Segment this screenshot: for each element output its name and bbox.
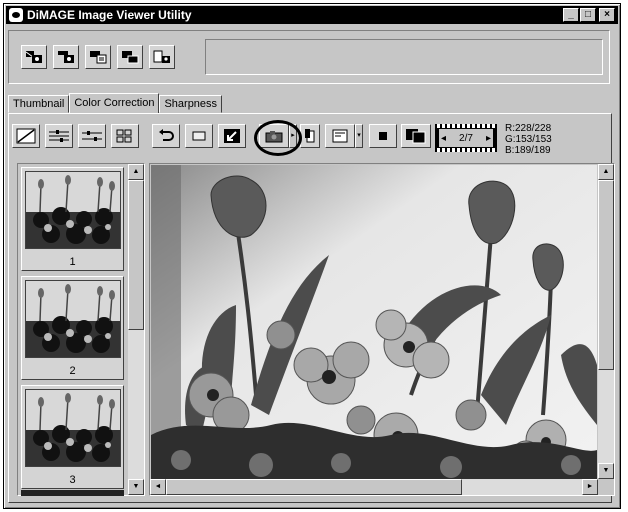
compare-view-button[interactable] [401, 124, 431, 148]
scrollbar-corner [598, 479, 614, 495]
thumbnail-image [25, 280, 121, 358]
snapshot-dropdown-arrow[interactable]: ▸ [289, 124, 297, 148]
scroll-up-button[interactable]: ▲ [598, 164, 614, 180]
scroll-thumb[interactable] [598, 180, 614, 370]
snapshot-camera-button[interactable] [259, 124, 289, 148]
camera-file-button[interactable] [149, 45, 175, 69]
image-horizontal-scrollbar[interactable]: ◄ ► [150, 479, 598, 495]
reset-icon [192, 131, 206, 141]
camera-transfer-icon [122, 51, 139, 64]
blue-value: B:189/189 [505, 145, 551, 156]
image-vertical-scrollbar[interactable]: ▲ ▼ [598, 164, 614, 479]
save-camera-icon [58, 51, 74, 63]
close-button[interactable]: × [599, 8, 615, 22]
snapshot-camera-icon [265, 131, 283, 143]
tone-curve-icon [16, 128, 36, 144]
fit-window-icon [224, 129, 240, 143]
tab-bar: Thumbnail Color Correction Sharpness [8, 93, 223, 113]
scroll-up-button[interactable]: ▲ [128, 164, 144, 180]
thumbnail-number: 2 [69, 365, 76, 377]
top-toolbar [8, 30, 610, 84]
display-mode-icon [332, 129, 348, 143]
frame-navigator: ◂ 2/7 ▸ [435, 124, 497, 152]
undo-icon [159, 129, 174, 141]
minimize-button[interactable]: _ [563, 8, 579, 22]
display-mode-button[interactable] [325, 124, 355, 148]
scroll-down-button[interactable]: ▼ [128, 479, 144, 495]
tab-color-correction[interactable]: Color Correction [69, 93, 160, 113]
import-camera-icon [25, 51, 42, 63]
scroll-right-button[interactable]: ► [582, 479, 598, 495]
scroll-thumb[interactable] [128, 180, 144, 330]
copy-button[interactable] [300, 124, 320, 148]
rgb-readout: R:228/228 G:153/153 B:189/189 [505, 123, 552, 156]
variations-icon [116, 129, 132, 143]
green-value: G:153/153 [505, 134, 552, 145]
save-camera-button[interactable] [53, 45, 79, 69]
compare-view-icon [406, 129, 426, 144]
tab-sharpness[interactable]: Sharpness [159, 95, 223, 113]
thumbnail-item[interactable]: 3 [21, 385, 124, 489]
thumbnail-number: 3 [69, 474, 76, 486]
next-frame-button[interactable]: ▸ [486, 133, 491, 144]
app-icon [9, 8, 23, 22]
thumbnail-number: 1 [69, 256, 76, 268]
undo-button[interactable] [152, 124, 180, 148]
reset-button[interactable] [185, 124, 213, 148]
frame-counter: 2/7 [459, 132, 473, 144]
thumbnail-panel: 1 2 3 ▲ ▼ [17, 163, 145, 496]
main-photo[interactable] [151, 165, 597, 479]
color-balance-button[interactable] [45, 124, 73, 148]
title-bar[interactable]: DiMAGE Image Viewer Utility _ □ × [6, 6, 618, 24]
image-view: ▲ ▼ ◄ ► [149, 163, 615, 496]
camera-info-field [205, 39, 603, 75]
solid-view-button[interactable] [369, 124, 397, 148]
scroll-thumb[interactable] [166, 479, 462, 495]
brightness-contrast-icon [82, 131, 102, 141]
variations-button[interactable] [111, 124, 139, 148]
window-title: DiMAGE Image Viewer Utility [27, 8, 192, 22]
copy-icon [305, 129, 315, 143]
scroll-down-button[interactable]: ▼ [598, 463, 614, 479]
fit-window-button[interactable] [218, 124, 246, 148]
thumbnail-item-partial [21, 490, 124, 496]
thumbnail-scrollbar[interactable]: ▲ ▼ [128, 164, 144, 495]
import-camera-button[interactable] [21, 45, 47, 69]
maximize-button[interactable]: □ [580, 8, 596, 22]
thumbnail-image [25, 171, 121, 249]
prev-frame-button[interactable]: ◂ [441, 133, 446, 144]
display-mode-dropdown-arrow[interactable]: ▾ [355, 124, 363, 148]
scroll-left-button[interactable]: ◄ [150, 479, 166, 495]
thumbnail-image [25, 389, 121, 467]
tone-curve-button[interactable] [12, 124, 40, 148]
thumbnail-item[interactable]: 2 [21, 276, 124, 380]
red-value: R:228/228 [505, 123, 552, 134]
camera-settings-button[interactable] [85, 45, 111, 69]
brightness-contrast-button[interactable] [78, 124, 106, 148]
thumbnail-item[interactable]: 1 [21, 167, 124, 271]
color-balance-icon [49, 130, 69, 142]
camera-settings-icon [90, 51, 107, 64]
tab-thumbnail[interactable]: Thumbnail [8, 95, 70, 113]
camera-transfer-button[interactable] [117, 45, 143, 69]
solid-view-icon [379, 132, 387, 140]
camera-file-icon [153, 50, 170, 63]
correction-toolbar: ▸ ▾ [12, 124, 431, 156]
